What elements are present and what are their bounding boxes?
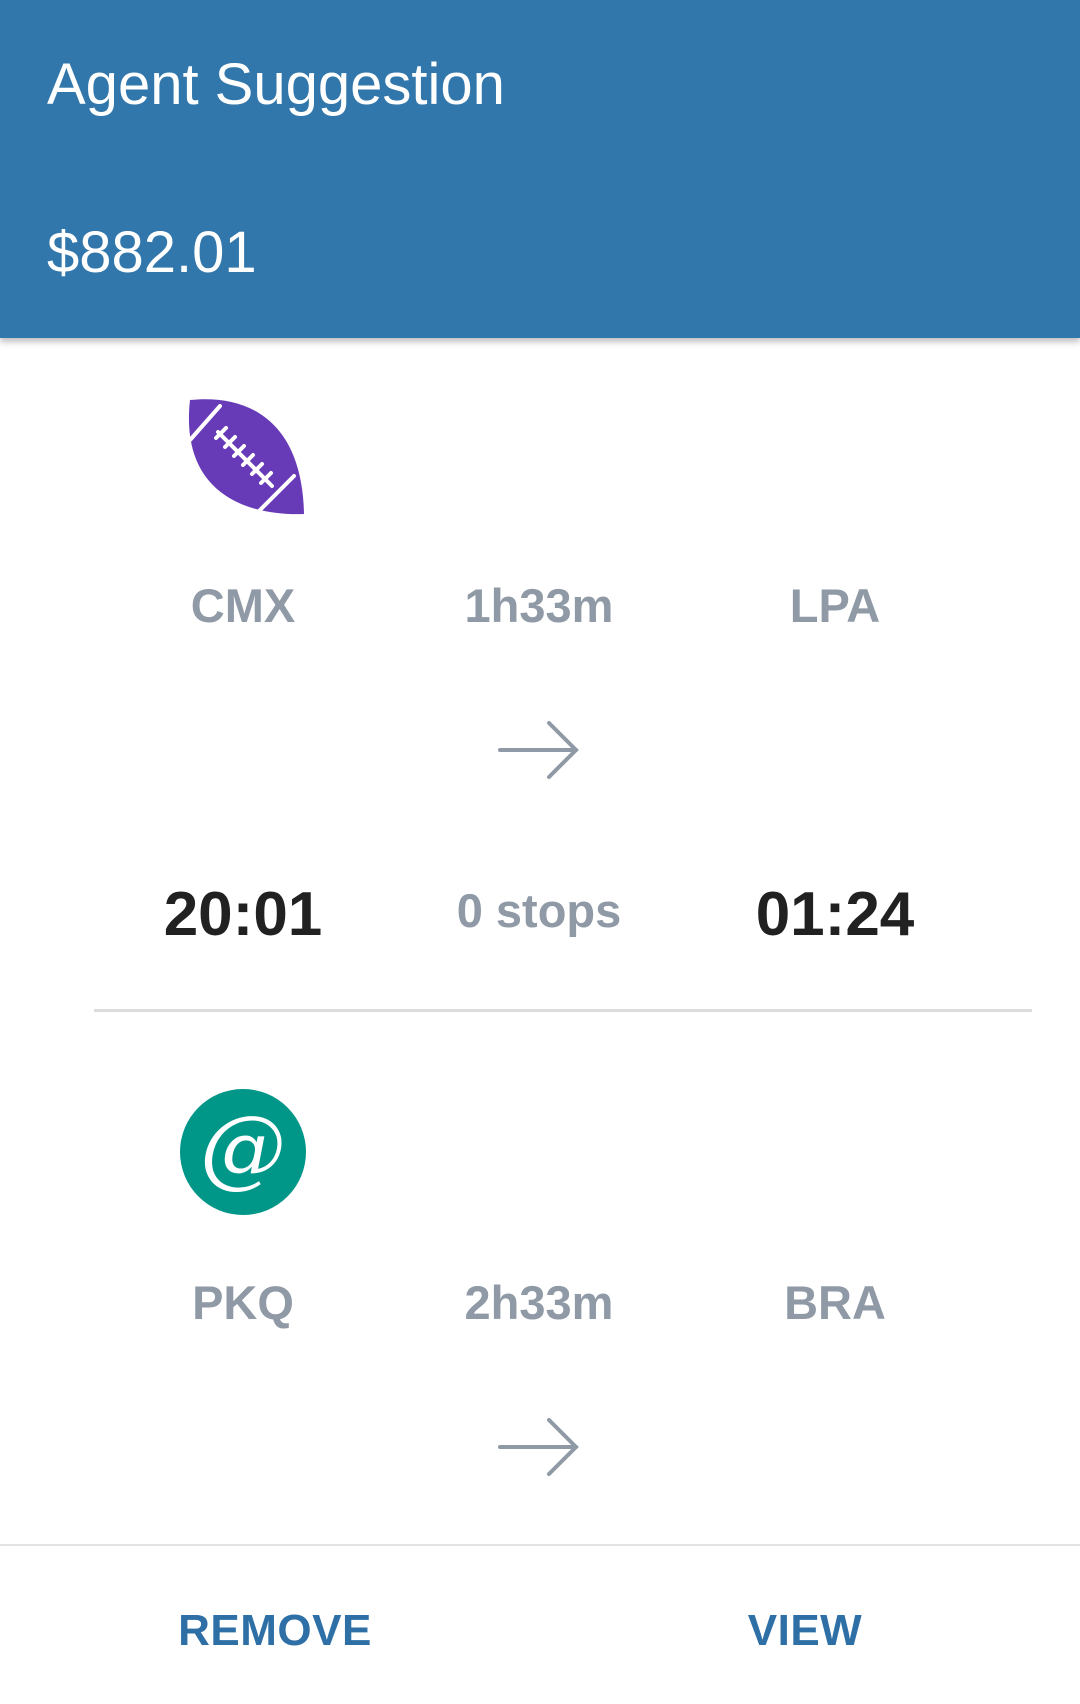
arrow-right-icon: [497, 1417, 581, 1477]
flight-duration: 2h33m: [464, 1276, 614, 1329]
football-icon: [180, 392, 306, 518]
view-button[interactable]: VIEW: [730, 1596, 880, 1666]
stops-count: 0 stops: [456, 884, 622, 937]
svg-text:@: @: [200, 1098, 286, 1198]
remove-button[interactable]: REMOVE: [160, 1596, 390, 1666]
header-price: $882.01: [47, 220, 257, 285]
at-sign-icon: @: [180, 1089, 306, 1215]
flight-segment-return: @ PKQ 2h33m BRA: [0, 1035, 1080, 1544]
segment-divider: [94, 1009, 1032, 1012]
agent-suggestion-card: Agent Suggestion $882.01 CMX 1h33m LPA 2…: [0, 0, 1080, 1704]
arrival-time: 01:24: [755, 880, 915, 949]
arrow-right-icon: [497, 720, 581, 780]
header-title: Agent Suggestion: [47, 52, 505, 117]
header: Agent Suggestion $882.01: [0, 0, 1080, 338]
origin-code: PKQ: [192, 1276, 294, 1329]
flight-segment-outbound: CMX 1h33m LPA 20:01 0 stops 01:24: [0, 338, 1080, 1038]
action-bar: REMOVE VIEW: [0, 1544, 1080, 1704]
destination-code: BRA: [784, 1276, 886, 1329]
destination-code: LPA: [789, 579, 881, 632]
origin-code: CMX: [190, 579, 296, 632]
departure-time: 20:01: [163, 880, 323, 949]
flight-duration: 1h33m: [464, 579, 614, 632]
itinerary-content[interactable]: CMX 1h33m LPA 20:01 0 stops 01:24 @ PKQ …: [0, 338, 1080, 1544]
